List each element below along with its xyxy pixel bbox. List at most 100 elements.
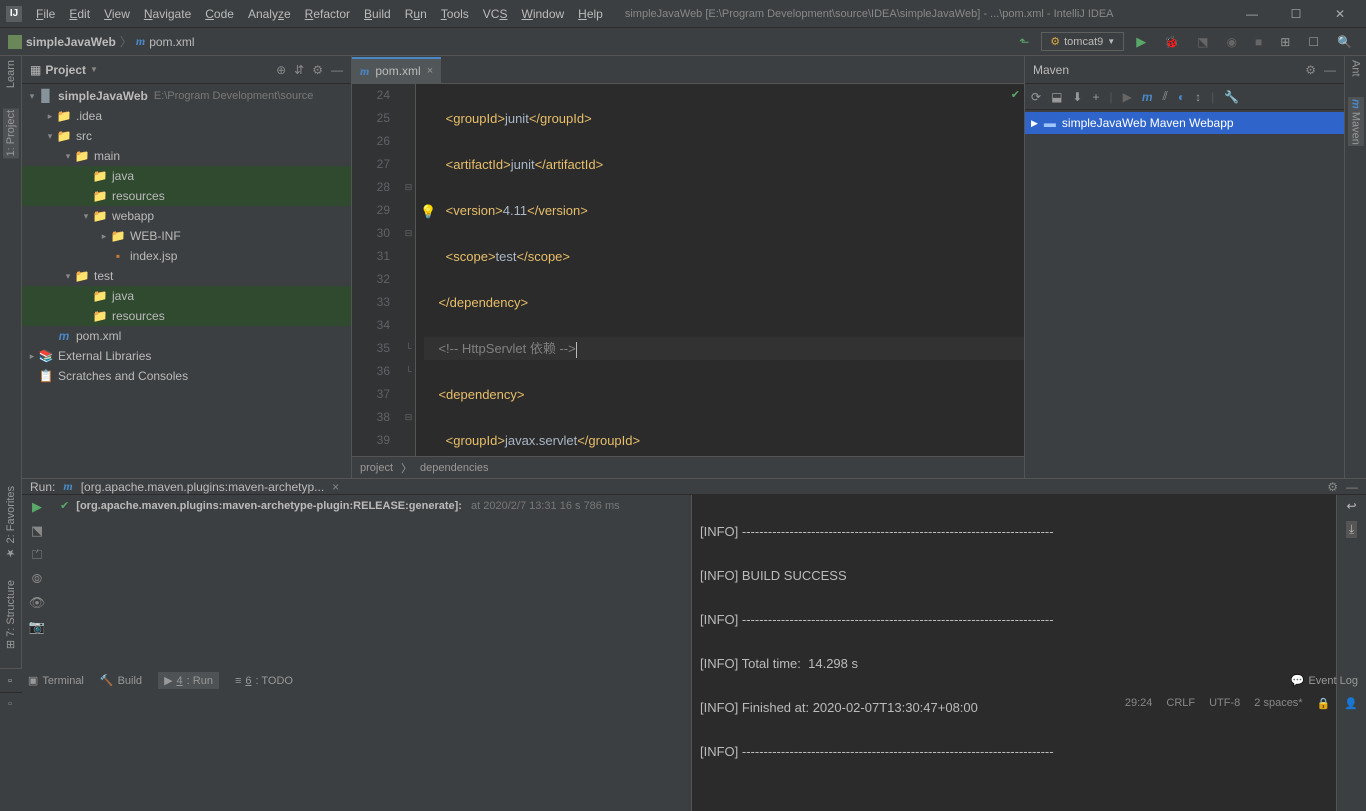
- run-config-selector[interactable]: ⚙ tomcat9 ▼: [1041, 32, 1124, 51]
- minimize-button[interactable]: —: [1232, 2, 1272, 26]
- toggle-offline-icon[interactable]: ⫽: [1163, 89, 1168, 104]
- menu-analyze[interactable]: Analyze: [242, 4, 297, 24]
- menu-tools[interactable]: Tools: [435, 4, 475, 24]
- tree-scratch[interactable]: 📋Scratches and Consoles: [22, 366, 351, 386]
- tree-webinf[interactable]: ▸📁WEB-INF: [22, 226, 351, 246]
- menu-code[interactable]: Code: [199, 4, 240, 24]
- tree-main[interactable]: ▾📁main: [22, 146, 351, 166]
- menu-help[interactable]: Help: [572, 4, 609, 24]
- status-eol[interactable]: CRLF: [1166, 697, 1195, 710]
- fold-column[interactable]: ⊟ ⊟ └└ ⊟: [402, 84, 416, 456]
- pin-icon[interactable]: ⦾: [32, 571, 42, 587]
- run-tree-item[interactable]: ✔ [org.apache.maven.plugins:maven-archet…: [60, 499, 683, 512]
- stop-button[interactable]: ■: [1249, 32, 1268, 52]
- expand-all-icon[interactable]: ⇵: [294, 63, 304, 77]
- right-tab-maven[interactable]: m Maven: [1348, 97, 1364, 147]
- run-console[interactable]: [INFO] ---------------------------------…: [692, 495, 1336, 811]
- left-tab-learn[interactable]: Learn: [5, 60, 17, 88]
- tree-idea[interactable]: ▸📁.idea: [22, 106, 351, 126]
- search-icon[interactable]: 🔍: [1331, 32, 1358, 52]
- run-maven-icon[interactable]: ▶: [1123, 90, 1132, 104]
- run-tab-label[interactable]: [org.apache.maven.plugins:maven-archetyp…: [81, 480, 324, 494]
- status-position[interactable]: 29:24: [1125, 697, 1153, 710]
- camera-icon[interactable]: 📷: [29, 619, 45, 635]
- maximize-button[interactable]: ☐: [1276, 2, 1316, 26]
- editor-tab-pom[interactable]: m pom.xml ×: [352, 57, 441, 83]
- project-panel-title[interactable]: Project: [45, 63, 86, 77]
- add-icon[interactable]: +: [1092, 90, 1099, 104]
- menu-navigate[interactable]: Navigate: [138, 4, 197, 24]
- left-tab-project[interactable]: 1: Project: [3, 108, 19, 158]
- tab-terminal[interactable]: ▣ Terminal: [28, 674, 84, 687]
- intention-bulb-icon[interactable]: 💡: [420, 204, 436, 220]
- close-run-tab-icon[interactable]: ×: [332, 480, 339, 494]
- maven-root-item[interactable]: ▶ ▬ simpleJavaWeb Maven Webapp: [1025, 112, 1344, 134]
- hide-icon[interactable]: —: [1346, 480, 1358, 494]
- status-encoding[interactable]: UTF-8: [1209, 697, 1240, 710]
- tree-indexjsp[interactable]: ▪index.jsp: [22, 246, 351, 266]
- profile-button[interactable]: ◉: [1220, 32, 1242, 52]
- tree-extlib[interactable]: ▸📚External Libraries: [22, 346, 351, 366]
- menu-refactor[interactable]: Refactor: [299, 4, 356, 24]
- run-tree[interactable]: ✔ [org.apache.maven.plugins:maven-archet…: [52, 495, 692, 811]
- hide-icon[interactable]: —: [1324, 63, 1336, 77]
- tree-test[interactable]: ▾📁test: [22, 266, 351, 286]
- gear-icon[interactable]: ⚙: [312, 63, 323, 77]
- tree-webapp[interactable]: ▾📁webapp: [22, 206, 351, 226]
- download-icon[interactable]: ⬇: [1072, 90, 1082, 104]
- toggle-skip-tests-icon[interactable]: ◐: [1178, 90, 1185, 104]
- reimport-icon[interactable]: ⟳: [1031, 90, 1041, 104]
- breadcrumb-project[interactable]: simpleJavaWeb: [26, 35, 116, 49]
- status-indent[interactable]: 2 spaces*: [1254, 697, 1302, 710]
- left-tab-favorites[interactable]: ★ 2: Favorites: [4, 486, 17, 560]
- close-tab-icon[interactable]: ×: [427, 65, 433, 77]
- hide-icon[interactable]: —: [331, 63, 343, 77]
- tab-run[interactable]: ▶ 4: Run: [158, 672, 219, 689]
- view-icon[interactable]: 👁: [29, 595, 46, 611]
- tree-root[interactable]: ▾▉simpleJavaWebE:\Program Development\so…: [22, 86, 351, 106]
- right-tab-ant[interactable]: Ant: [1350, 60, 1362, 77]
- tab-build[interactable]: 🔨 Build: [100, 674, 142, 687]
- wrench-icon[interactable]: 🔧: [1224, 90, 1239, 104]
- run-button[interactable]: ▶: [1130, 31, 1152, 53]
- filter-icon[interactable]: ⏍: [32, 547, 42, 563]
- tree-src[interactable]: ▾📁src: [22, 126, 351, 146]
- tree-resources[interactable]: 📁resources: [22, 186, 351, 206]
- rerun-icon[interactable]: ▶: [32, 499, 42, 515]
- generate-sources-icon[interactable]: ⬓: [1051, 90, 1062, 104]
- gear-icon[interactable]: ⚙: [1327, 480, 1338, 494]
- memory-icon[interactable]: 👤: [1344, 697, 1358, 710]
- coverage-button[interactable]: ⬔: [1191, 32, 1214, 52]
- select-opened-icon[interactable]: ⊕: [276, 63, 286, 77]
- maven-m-icon[interactable]: m: [1142, 90, 1153, 104]
- debug-button[interactable]: 🐞: [1158, 32, 1185, 52]
- breadcrumb-file[interactable]: pom.xml: [149, 35, 194, 49]
- menu-window[interactable]: Window: [515, 4, 570, 24]
- vcs-update-icon[interactable]: ⊞: [1274, 32, 1296, 52]
- tab-event-log[interactable]: 💬 Event Log: [1291, 674, 1358, 687]
- tab-todo[interactable]: ≡ 6: TODO: [235, 675, 293, 687]
- menu-view[interactable]: View: [98, 4, 136, 24]
- left-tab-structure[interactable]: ⊞ 7: Structure: [4, 580, 17, 649]
- soft-wrap-icon[interactable]: ↩: [1346, 499, 1356, 513]
- tree-java[interactable]: 📁java: [22, 166, 351, 186]
- code-area[interactable]: <groupId>junit</groupId> <artifactId>jun…: [416, 84, 1024, 456]
- menu-file[interactable]: File: [30, 4, 61, 24]
- menu-run[interactable]: Run: [399, 4, 433, 24]
- menu-build[interactable]: Build: [358, 4, 397, 24]
- project-tree[interactable]: ▾▉simpleJavaWebE:\Program Development\so…: [22, 84, 351, 478]
- vcs-commit-icon[interactable]: ☐: [1302, 32, 1325, 52]
- close-button[interactable]: ✕: [1320, 2, 1360, 26]
- gear-icon[interactable]: ⚙: [1305, 63, 1316, 77]
- menu-vcs[interactable]: VCS: [477, 4, 514, 24]
- scroll-end-icon[interactable]: ⤓: [1346, 521, 1357, 538]
- crumb-deps[interactable]: dependencies: [420, 462, 489, 474]
- crumb-project[interactable]: project: [360, 462, 393, 474]
- stop-icon[interactable]: ⬔: [31, 523, 43, 539]
- tree-testjava[interactable]: 📁java: [22, 286, 351, 306]
- lock-icon[interactable]: 🔒: [1317, 697, 1331, 710]
- tree-pom[interactable]: mpom.xml: [22, 326, 351, 346]
- collapse-icon[interactable]: ↕: [1195, 90, 1201, 104]
- editor-body[interactable]: ✔ 24252627282930313233343536373839 ⊟ ⊟ └…: [352, 84, 1024, 456]
- tool-window-toggle-icon[interactable]: ▫: [8, 675, 12, 687]
